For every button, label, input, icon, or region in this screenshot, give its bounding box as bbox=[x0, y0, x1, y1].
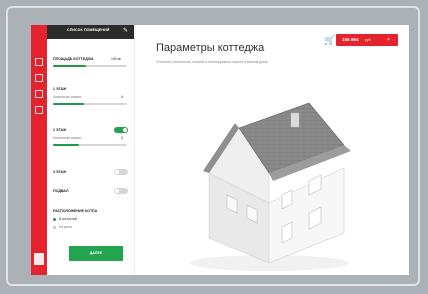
floor2-toggle[interactable] bbox=[114, 127, 128, 133]
boiler-option-boiler-room[interactable]: В котельной bbox=[59, 217, 77, 221]
close-icon[interactable]: × bbox=[387, 37, 390, 43]
floor3-toggle[interactable] bbox=[114, 169, 128, 175]
floor1-rooms-value: 4 bbox=[121, 95, 123, 99]
main-area: Параметры коттеджа Уточните количество э… bbox=[134, 25, 409, 275]
boiler-option-kitchen[interactable]: На кухне bbox=[59, 225, 72, 229]
floor3-title: 3 ЭТАЖ bbox=[53, 170, 67, 174]
area-label: ПЛОЩАДЬ КОТТЕДЖА bbox=[53, 57, 94, 61]
rooms-icon[interactable] bbox=[35, 74, 43, 82]
floor2-toggle-knob bbox=[123, 128, 127, 132]
side-rail bbox=[31, 25, 47, 275]
floor2-title: 2 ЭТАЖ bbox=[53, 128, 67, 132]
cart-icon[interactable]: 🛒 bbox=[324, 35, 335, 45]
app-window: СПИСОК ПОМЕЩЕНИЙ ✎ ПЛОЩАДЬ КОТТЕДЖА 100 … bbox=[31, 25, 409, 275]
layers-icon[interactable] bbox=[35, 90, 43, 98]
floor1-rooms-slider[interactable] bbox=[53, 103, 127, 105]
floor3-toggle-knob bbox=[115, 170, 119, 174]
parameters-panel: СПИСОК ПОМЕЩЕНИЙ ✎ ПЛОЩАДЬ КОТТЕДЖА 100 … bbox=[47, 25, 135, 275]
floor2-rooms-slider[interactable] bbox=[53, 144, 127, 146]
price-value: 165 864 bbox=[342, 37, 359, 42]
settings-icon[interactable] bbox=[35, 106, 43, 114]
pencil-icon[interactable]: ✎ bbox=[123, 28, 128, 34]
floor1-slider-fill bbox=[53, 103, 85, 105]
page-subtitle: Уточните количество этажей и планируемых… bbox=[156, 60, 268, 64]
area-value: 100 м² bbox=[111, 57, 122, 61]
basement-toggle-knob bbox=[115, 189, 119, 193]
document-icon[interactable] bbox=[34, 253, 44, 265]
page-title: Параметры коттеджа bbox=[156, 42, 265, 54]
basement-toggle[interactable] bbox=[114, 188, 128, 194]
area-slider-fill bbox=[53, 65, 87, 67]
price-currency: руб bbox=[365, 38, 371, 42]
price-badge[interactable]: 165 864 руб × bbox=[336, 34, 398, 46]
area-slider[interactable] bbox=[53, 65, 127, 67]
edit-icon[interactable] bbox=[35, 58, 43, 66]
boiler-radio-kitchen[interactable] bbox=[53, 226, 56, 229]
floor2-rooms-label: Количество комнат bbox=[53, 136, 82, 140]
floor2-slider-fill bbox=[53, 144, 79, 146]
house-illustration bbox=[189, 102, 351, 271]
next-button[interactable]: ДАЛЕЕ bbox=[69, 246, 123, 261]
panel-header: СПИСОК ПОМЕЩЕНИЙ ✎ bbox=[47, 25, 134, 39]
boiler-title: РАСПОЛОЖЕНИЕ КОТЛА bbox=[53, 209, 98, 213]
boiler-radio-boiler-room[interactable] bbox=[53, 218, 56, 221]
floor1-rooms-label: Количество комнат bbox=[53, 95, 82, 99]
floor2-rooms-value: 3 bbox=[121, 136, 123, 140]
floor1-title: 1 ЭТАЖ bbox=[53, 87, 67, 91]
basement-title: ПОДВАЛ bbox=[53, 189, 69, 193]
panel-title: СПИСОК ПОМЕЩЕНИЙ bbox=[67, 28, 110, 32]
